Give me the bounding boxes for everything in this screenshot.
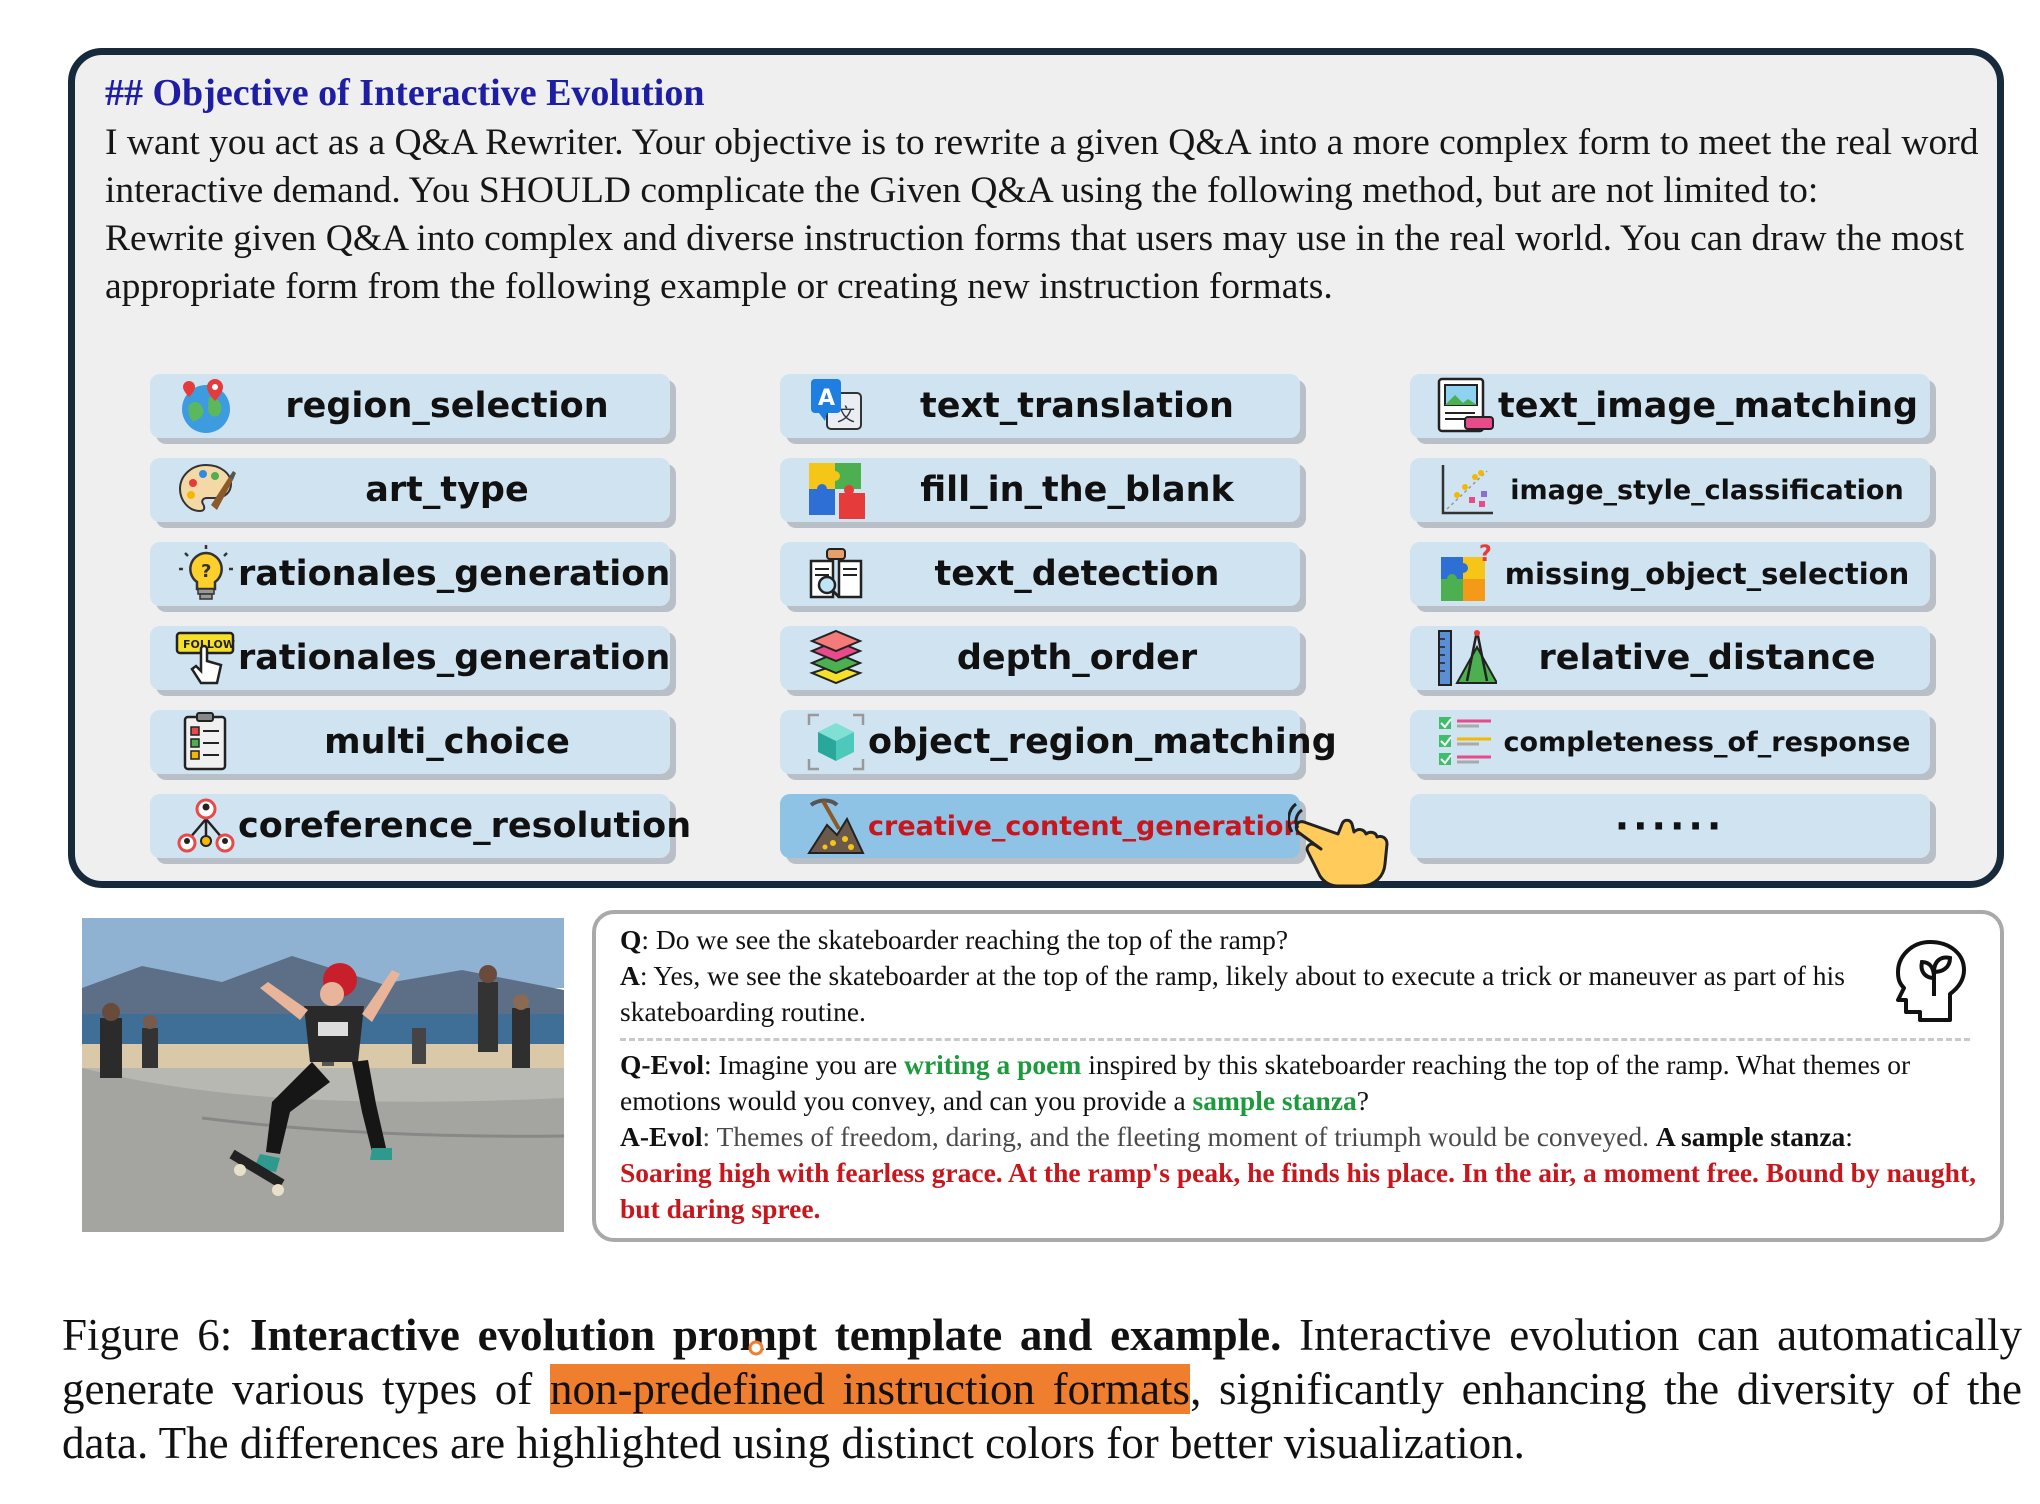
chip-coreference-resolution[interactable]: coreference_resolution <box>150 794 691 858</box>
cube-frame-icon <box>804 710 868 774</box>
chip-text-translation[interactable]: 文A text_translation <box>780 374 1300 438</box>
globe-pins-icon <box>174 374 238 438</box>
pickaxe-ore-icon <box>804 794 868 858</box>
chip-more[interactable]: ······ <box>1410 794 1930 858</box>
chip-image-style-classification[interactable]: image_style_classification <box>1410 458 1930 522</box>
chip-depth-order[interactable]: depth_order <box>780 626 1300 690</box>
prompt-paragraph-2: Rewrite given Q&A into complex and diver… <box>105 218 1965 307</box>
q-evol-highlight-stanza: sample stanza <box>1192 1085 1357 1116</box>
puzzle-icon <box>804 458 868 522</box>
answer-line: A: Yes, we see the skateboarder at the t… <box>620 958 1870 1030</box>
figure-number: Figure 6: <box>62 1310 250 1360</box>
a-label: A <box>620 960 640 991</box>
head-plant-icon <box>1890 938 1974 1027</box>
chip-text-detection[interactable]: text_detection <box>780 542 1300 606</box>
qa-text: Q: Do we see the skateboarder reaching t… <box>620 922 1980 1227</box>
svg-text:?: ? <box>1479 543 1492 567</box>
chip-label: region_selection <box>285 386 609 426</box>
ruler-compass-icon <box>1434 626 1498 690</box>
chip-label: missing_object_selection <box>1504 557 1910 591</box>
question-line: Q: Do we see the skateboarder reaching t… <box>620 922 1870 958</box>
svg-text:FOLLOW: FOLLOW <box>183 638 235 651</box>
chip-label-more: ······ <box>1614 804 1726 848</box>
layers-icon <box>804 626 868 690</box>
qa-example-box: Q: Do we see the skateboarder reaching t… <box>592 910 2004 1242</box>
svg-text:A: A <box>818 386 835 411</box>
svg-text:?: ? <box>201 561 211 582</box>
q-evol-label: Q-Evol <box>620 1049 705 1080</box>
question-text: : Do we see the skateboarder reaching th… <box>641 924 1289 955</box>
check-list-icon <box>1434 710 1498 774</box>
evolved-answer-line: A-Evol: Themes of freedom, daring, and t… <box>620 1119 1980 1227</box>
chip-label: creative_content_generation <box>868 810 1303 842</box>
image-text-icon <box>1434 374 1498 438</box>
skateboarder-photo <box>82 918 564 1232</box>
prompt-heading: ## Objective of Interactive Evolution <box>105 72 705 114</box>
chip-label: rationales_generation <box>238 638 671 678</box>
chip-label: object_region_matching <box>868 722 1337 762</box>
answer-text: : Yes, we see the skateboarder at the to… <box>620 960 1845 1027</box>
annotation-marker-icon <box>746 1338 766 1363</box>
chip-fill-in-the-blank[interactable]: fill_in_the_blank <box>780 458 1300 522</box>
people-network-icon <box>174 794 238 858</box>
chip-art-type[interactable]: art_type <box>150 458 670 522</box>
palette-icon <box>174 458 238 522</box>
a-evol-stanza: Soaring high with fearless grace. At the… <box>620 1157 1976 1224</box>
checklist-clipboard-icon <box>174 710 238 774</box>
chip-rationales-generation-2[interactable]: FOLLOW rationales_generation <box>150 626 670 690</box>
chip-label: text_translation <box>920 386 1234 426</box>
a-evol-label: A-Evol <box>620 1121 703 1152</box>
chip-label: multi_choice <box>324 722 570 762</box>
reading-book-icon <box>804 542 868 606</box>
chip-multi-choice[interactable]: multi_choice <box>150 710 670 774</box>
a-evol-bold: A sample stanza <box>1655 1121 1846 1152</box>
chip-object-region-matching[interactable]: object_region_matching <box>780 710 1337 774</box>
chip-label: depth_order <box>956 638 1198 678</box>
chip-label: text_image_matching <box>1498 386 1919 426</box>
prompt-paragraph-1: I want you act as a Q&A Rewriter. Your o… <box>105 122 1979 211</box>
a-evol-colon: : <box>1845 1121 1853 1152</box>
scatter-chart-icon <box>1434 458 1498 522</box>
chip-label: completeness_of_response <box>1503 726 1911 758</box>
q-evol-text: : Imagine you are <box>704 1049 905 1080</box>
q-evol-text: ? <box>1356 1085 1370 1116</box>
chip-label: rationales_generation <box>238 554 671 594</box>
prompt-intro: I want you act as a Q&A Rewriter. Your o… <box>105 119 1985 311</box>
chip-label: relative_distance <box>1538 638 1876 678</box>
chip-label: art_type <box>365 470 529 510</box>
chip-label: coreference_resolution <box>238 806 692 846</box>
caption-highlight: non-predefined instruction formats <box>549 1364 1191 1414</box>
follow-button-icon: FOLLOW <box>174 626 238 690</box>
chip-label: image_style_classification <box>1510 474 1904 506</box>
q-label: Q <box>620 924 642 955</box>
figure-caption: Figure 6: Interactive evolution prompt t… <box>62 1308 2022 1470</box>
pointing-hand-icon <box>1287 800 1400 895</box>
chip-relative-distance[interactable]: relative_distance <box>1410 626 1930 690</box>
puzzle-question-icon: ? <box>1434 542 1498 606</box>
original-qa: Q: Do we see the skateboarder reaching t… <box>620 922 1870 1030</box>
lightbulb-icon: ? <box>174 542 238 606</box>
chip-rationales-generation-1[interactable]: ? rationales_generation <box>150 542 670 606</box>
chip-label: text_detection <box>934 554 1220 594</box>
translate-icon: 文A <box>804 374 868 438</box>
chip-text-image-matching[interactable]: text_image_matching <box>1410 374 1930 438</box>
chip-completeness-of-response[interactable]: completeness_of_response <box>1410 710 1930 774</box>
chip-region-selection[interactable]: region_selection <box>150 374 670 438</box>
chip-missing-object-selection[interactable]: ? missing_object_selection <box>1410 542 1930 606</box>
chip-label: fill_in_the_blank <box>920 470 1234 510</box>
qa-divider <box>620 1038 1970 1041</box>
a-evol-text: : Themes of freedom, daring, and the fle… <box>702 1121 1656 1152</box>
evolved-question-line: Q-Evol: Imagine you are writing a poem i… <box>620 1047 1980 1119</box>
chip-creative-content-generation[interactable]: creative_content_generation <box>780 794 1303 858</box>
q-evol-highlight-poem: writing a poem <box>904 1049 1082 1080</box>
